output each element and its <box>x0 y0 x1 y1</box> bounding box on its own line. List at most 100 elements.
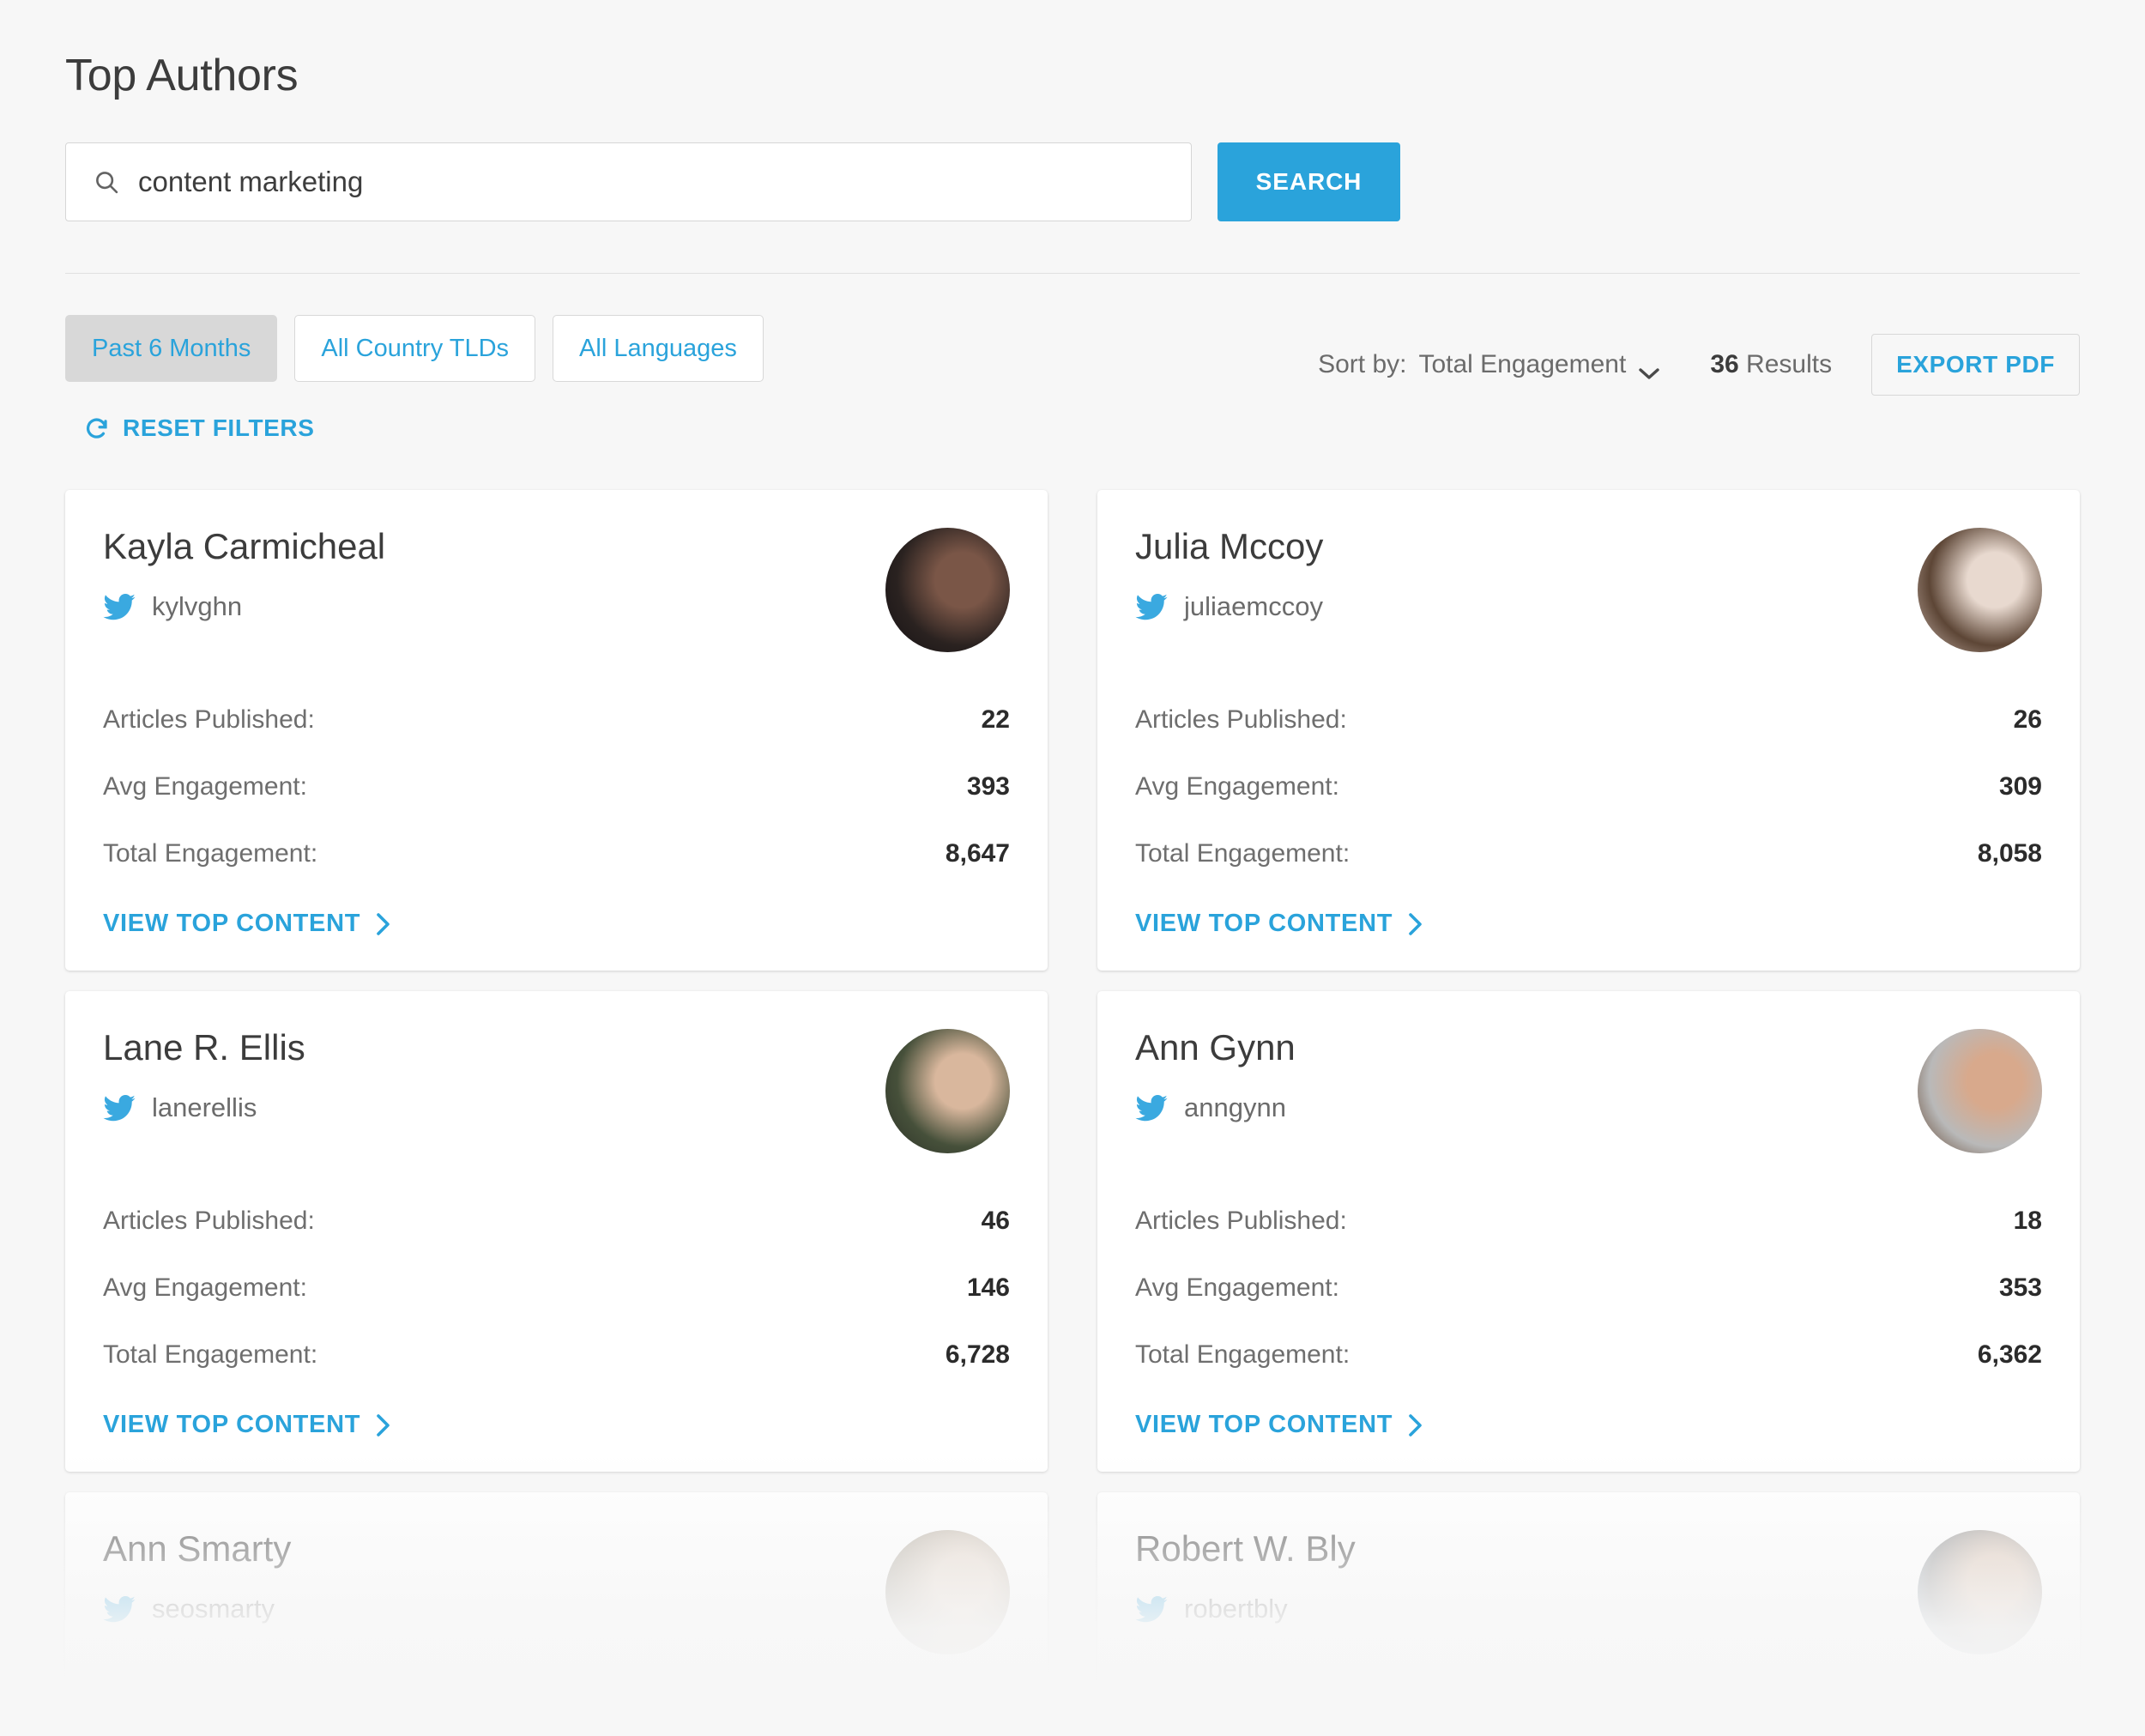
refresh-icon <box>84 415 110 441</box>
stat-value: 6,728 <box>945 1340 1010 1369</box>
stat-row-articles-published: Articles Published: 9 <box>1135 1708 2042 1736</box>
stat-value: 13 <box>981 1708 1010 1736</box>
sort-by-dropdown[interactable]: Sort by: Total Engagement <box>1318 350 1660 379</box>
filter-chip-languages[interactable]: All Languages <box>553 315 764 382</box>
avatar <box>1918 1530 2042 1654</box>
search-row: SEARCH <box>65 142 2080 221</box>
author-name: Kayla Carmicheal <box>103 526 386 566</box>
author-identity: Ann Gynn anngynn <box>1135 1027 1296 1123</box>
filters-left: Past 6 Months All Country TLDs All Langu… <box>65 315 764 445</box>
twitter-icon <box>1135 1094 1168 1122</box>
author-stats: Articles Published: 9 Avg Engagement: 61… <box>1135 1708 2042 1736</box>
stat-row-avg-engagement: Avg Engagement: 146 <box>103 1273 1010 1303</box>
search-button[interactable]: SEARCH <box>1218 142 1400 221</box>
stat-row-avg-engagement: Avg Engagement: 353 <box>1135 1273 2042 1303</box>
author-card-2[interactable]: Julia Mccoy juliaemccoy Articles Publish… <box>1097 490 2080 971</box>
view-top-content-link[interactable]: VIEW TOP CONTENT <box>103 1411 391 1439</box>
sort-by-value: Total Engagement <box>1418 350 1627 378</box>
view-top-content-label: VIEW TOP CONTENT <box>103 910 361 937</box>
stat-row-articles-published: Articles Published: 22 <box>103 705 1010 735</box>
stat-label: Avg Engagement: <box>103 1273 307 1302</box>
stat-row-total-engagement: Total Engagement: 8,647 <box>103 839 1010 868</box>
author-card-6[interactable]: Robert W. Bly robertbly Articles Publish… <box>1097 1492 2080 1736</box>
stat-value: 6,362 <box>1977 1340 2042 1369</box>
stat-row-total-engagement: Total Engagement: 8,058 <box>1135 839 2042 868</box>
filter-chips: Past 6 Months All Country TLDs All Langu… <box>65 315 764 382</box>
stat-label: Total Engagement: <box>103 839 318 868</box>
view-top-content-link[interactable]: VIEW TOP CONTENT <box>103 910 391 938</box>
search-input[interactable] <box>66 143 1191 221</box>
author-stats: Articles Published: 18 Avg Engagement: 3… <box>1135 1207 2042 1370</box>
author-identity: Kayla Carmicheal kylvghn <box>103 526 386 622</box>
author-identity: Julia Mccoy juliaemccoy <box>1135 526 1324 622</box>
author-card-header: Lane R. Ellis lanerellis <box>103 1027 1010 1153</box>
author-card-4[interactable]: Ann Gynn anngynn Articles Published: 18 <box>1097 991 2080 1472</box>
stat-label: Total Engagement: <box>1135 1340 1350 1369</box>
stat-label: Avg Engagement: <box>1135 772 1339 801</box>
search-box[interactable] <box>65 142 1192 221</box>
reset-filters-label: RESET FILTERS <box>123 414 315 441</box>
author-identity: Lane R. Ellis lanerellis <box>103 1027 305 1123</box>
stat-label: Articles Published: <box>1135 1207 1347 1235</box>
stat-row-articles-published: Articles Published: 46 <box>103 1207 1010 1236</box>
page-title: Top Authors <box>65 51 299 100</box>
filter-chip-date-range[interactable]: Past 6 Months <box>65 315 278 382</box>
results-number: 36 <box>1710 350 1739 378</box>
author-handle-row[interactable]: seosmarty <box>103 1594 291 1624</box>
author-name: Robert W. Bly <box>1135 1528 1356 1569</box>
author-name: Lane R. Ellis <box>103 1027 305 1068</box>
chevron-right-icon <box>376 1413 391 1437</box>
twitter-icon <box>103 1094 136 1122</box>
avatar <box>1918 528 2042 652</box>
author-handle: seosmarty <box>152 1594 275 1624</box>
author-handle: kylvghn <box>152 591 243 622</box>
stat-row-total-engagement: Total Engagement: 6,728 <box>103 1340 1010 1370</box>
stat-label: Avg Engagement: <box>1135 1273 1339 1302</box>
view-top-content-link[interactable]: VIEW TOP CONTENT <box>1135 1411 1423 1439</box>
author-identity: Robert W. Bly robertbly <box>1135 1528 1356 1624</box>
chevron-right-icon <box>1408 912 1423 936</box>
author-handle-row[interactable]: juliaemccoy <box>1135 591 1323 622</box>
author-handle: lanerellis <box>152 1092 257 1123</box>
stat-value: 8,647 <box>945 839 1010 868</box>
author-card-5[interactable]: Ann Smarty seosmarty Articles Published:… <box>65 1492 1048 1736</box>
author-handle-row[interactable]: anngynn <box>1135 1092 1296 1123</box>
view-top-content-link[interactable]: VIEW TOP CONTENT <box>1135 910 1423 938</box>
chevron-down-icon <box>1638 358 1660 379</box>
sort-by-prefix: Sort by: <box>1318 350 1407 378</box>
export-pdf-button[interactable]: EXPORT PDF <box>1871 334 2080 396</box>
stat-label: Articles Published: <box>103 1708 315 1736</box>
stat-row-avg-engagement: Avg Engagement: 309 <box>1135 772 2042 801</box>
stat-label: Articles Published: <box>1135 1708 1347 1736</box>
view-top-content-label: VIEW TOP CONTENT <box>103 1411 361 1438</box>
view-top-content-label: VIEW TOP CONTENT <box>1135 910 1393 937</box>
author-handle-row[interactable]: robertbly <box>1135 1594 1356 1624</box>
twitter-icon <box>103 1595 136 1623</box>
stat-value: 9 <box>2027 1708 2042 1736</box>
author-handle-row[interactable]: lanerellis <box>103 1092 305 1123</box>
stat-row-avg-engagement: Avg Engagement: 393 <box>103 772 1010 801</box>
stat-label: Articles Published: <box>1135 705 1347 734</box>
author-card-3[interactable]: Lane R. Ellis lanerellis Articles Publis… <box>65 991 1048 1472</box>
author-handle-row[interactable]: kylvghn <box>103 591 385 622</box>
author-card-1[interactable]: Kayla Carmicheal kylvghn Articles Publis… <box>65 490 1048 971</box>
stat-row-total-engagement: Total Engagement: 6,362 <box>1135 1340 2042 1370</box>
author-name: Ann Smarty <box>103 1528 292 1569</box>
stat-value: 26 <box>2013 705 2042 734</box>
author-name: Julia Mccoy <box>1135 526 1324 566</box>
stat-value: 22 <box>981 705 1010 734</box>
stat-value: 146 <box>966 1273 1010 1302</box>
header-divider <box>65 273 2080 274</box>
twitter-icon <box>103 593 136 620</box>
author-name: Ann Gynn <box>1135 1027 1296 1068</box>
avatar <box>885 1029 1010 1153</box>
stat-row-articles-published: Articles Published: 13 <box>103 1708 1010 1736</box>
avatar <box>885 528 1010 652</box>
chevron-right-icon <box>376 912 391 936</box>
filter-chip-country-tlds[interactable]: All Country TLDs <box>294 315 536 382</box>
reset-filters-button[interactable]: RESET FILTERS <box>84 414 315 442</box>
authors-grid: Kayla Carmicheal kylvghn Articles Publis… <box>65 490 2080 1736</box>
author-handle: anngynn <box>1184 1092 1286 1123</box>
results-count: 36 Results <box>1710 350 1832 379</box>
stat-label: Total Engagement: <box>1135 839 1350 868</box>
